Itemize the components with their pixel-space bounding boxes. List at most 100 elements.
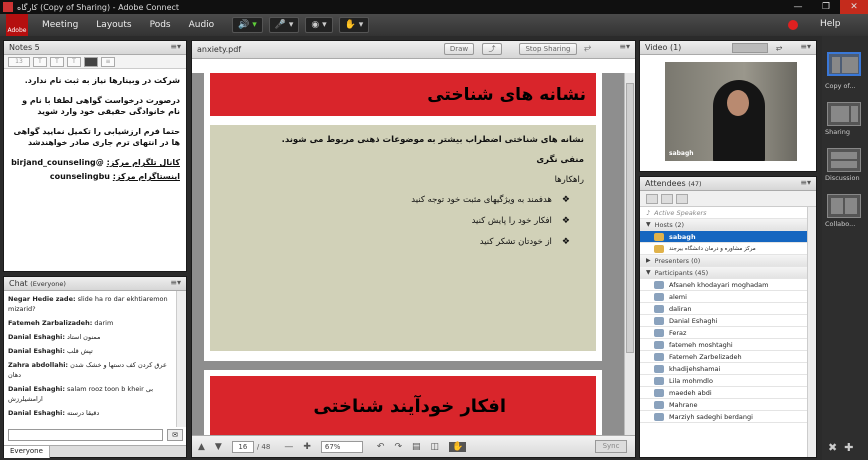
page-down-icon[interactable]: ▼ [215,442,222,452]
video-area: sabagh [640,55,816,171]
fullscreen-icon[interactable]: ⥂ [776,43,782,53]
zoom-select[interactable]: 67% [320,440,363,453]
bold-icon[interactable]: T [33,56,47,67]
raise-hand-icon[interactable]: ✋ ▾ [338,17,370,33]
attendee-row[interactable]: alemi [640,291,816,303]
color-icon[interactable] [84,56,98,67]
page-number-input[interactable]: 16 [231,440,254,453]
pod-menu-icon[interactable]: ≡▾ [800,42,811,51]
pointer-icon[interactable]: ⤴ [482,43,502,55]
menu-help[interactable]: Help [820,19,841,29]
document-toolbar: ▲ ▼ 16 / 48 — ✚ 67% ↶ ↷ ▤ ◫ ✋ Sync [192,435,635,457]
speaker-icon[interactable]: 🔊 ▾ [232,17,263,33]
participants-section[interactable]: ▼ Participants (45) [640,267,816,279]
notes-pod-title: Notes 5 [9,43,40,52]
pod-menu-icon[interactable]: ≡▾ [170,42,181,51]
slide-bullet: ❖ از خودتان تشکر کنید [479,237,570,247]
attendee-row[interactable]: maedeh abdi [640,387,816,399]
chat-tab-everyone[interactable]: Everyone [4,446,50,458]
microphone-icon[interactable]: 🎤 ▾ [268,17,300,33]
layout-thumb-discussion[interactable] [827,148,861,172]
telegram-link-line: کانال تلگرام مرکز: @birjand_counseling [10,157,180,168]
layout-settings-icon[interactable]: ✖ ✚ [828,441,853,454]
menu-audio[interactable]: Audio [189,20,215,30]
layout-thumb-sharing[interactable] [827,102,861,126]
pod-menu-icon[interactable]: ≡▾ [800,178,811,187]
recording-indicator-icon[interactable] [788,20,798,30]
webcam-icon[interactable]: ◉ ▾ [305,17,333,33]
attendee-row[interactable]: daliran [640,303,816,315]
attendee-row[interactable]: Fatemeh Zarbelizadeh [640,351,816,363]
attendee-row[interactable]: fatemeh moshtaghi [640,339,816,351]
attendee-row[interactable]: Afsaneh khodayari moghadam [640,279,816,291]
maximize-icon[interactable]: ❐ [812,0,840,14]
zoom-in-icon[interactable]: ✚ [303,442,311,452]
menu-pods[interactable]: Pods [150,20,171,30]
share-pod-header: anxiety.pdf Draw ⤴ Stop Sharing ⥂ ≡▾ [192,41,635,59]
redo-icon[interactable]: ↷ [394,442,402,452]
presenters-section[interactable]: ▶ Presenters (0) [640,255,816,267]
attendee-row[interactable]: Feraz [640,327,816,339]
layouts-bar: Copy of... Sharing Discussion Collabo...… [822,36,868,460]
document-view[interactable]: نشانه های شناختی نشانه های شناختی اضطراب… [192,73,635,435]
breakout-icon[interactable] [661,193,673,204]
webcam-feed[interactable]: sabagh [665,62,797,161]
page-up-icon[interactable]: ▲ [198,442,205,452]
video-pod-title: Video [645,43,668,52]
attendee-row[interactable]: مرکز مشاوره و درمان دانشگاه بیرجند [640,243,816,255]
fit-page-icon[interactable]: ◫ [431,442,440,452]
notes-content[interactable]: شرکت در وبینارها نیاز به ثبت نام ندارد. … [4,69,186,191]
slide-title: افکار خودآیند شناختی [210,376,596,435]
sync-button[interactable]: Sync [595,440,627,453]
list-icon[interactable]: ≡ [101,56,115,67]
layout-thumb-collaboration[interactable] [827,194,861,218]
attendee-row[interactable]: Lila mohmdlo [640,375,816,387]
chat-input[interactable] [8,429,163,441]
attendee-row[interactable]: Marziyh sadeghi berdangi [640,411,816,423]
close-icon[interactable]: ✕ [840,0,868,14]
stop-sharing-button[interactable]: Stop Sharing [519,43,577,55]
active-speakers: ♪ Active Speakers [640,207,816,219]
underline-icon[interactable]: T [67,56,81,67]
pod-menu-icon[interactable]: ≡▾ [619,42,630,51]
scroll-thumb[interactable] [626,83,634,353]
attendees-scrollbar[interactable] [807,207,816,457]
video-pod: Video (1) ⥂ ≡▾ sabagh [639,40,817,172]
menu-meeting[interactable]: Meeting [42,20,78,30]
status-icon[interactable] [676,193,688,204]
menu-layouts[interactable]: Layouts [96,20,131,30]
attendee-row[interactable]: Mahrane [640,399,816,411]
slide-bullet: ❖ افکار خود را پایش کنید [471,216,570,226]
window-controls: — ❐ ✕ [784,0,868,14]
participant-icon [654,376,664,385]
draw-button[interactable]: Draw [444,43,474,55]
attendee-row[interactable]: khadijehshamai [640,363,816,375]
attendee-row[interactable]: Danial Eshaghi [640,315,816,327]
participant-icon [654,388,664,397]
hand-tool-icon[interactable]: ✋ [449,441,467,452]
minimize-icon[interactable]: — [784,0,812,14]
chat-send-icon[interactable]: ✉ [167,429,183,441]
app-icon [3,2,13,12]
fullscreen-icon[interactable]: ⥂ [584,43,591,53]
font-size-select[interactable]: 13 [8,56,30,67]
notes-paragraph: شرکت در وبینارها نیاز به ثبت نام ندارد. [24,76,180,85]
notes-pod-header: Notes 5 ≡▾ [4,41,186,55]
layout-thumb-copy[interactable] [827,52,861,76]
pod-menu-icon[interactable]: ≡▾ [170,278,181,287]
host-icon [654,244,664,253]
document-icon[interactable]: ▤ [412,442,421,452]
document-scrollbar[interactable] [624,73,635,435]
video-layout-icon[interactable] [732,43,768,53]
attendees-count: (47) [688,179,702,188]
slide-subheading-2: راهکارها [554,175,584,185]
chat-scrollbar[interactable] [176,291,186,427]
attendee-row[interactable]: sabagh [640,231,816,243]
undo-icon[interactable]: ↶ [377,442,385,452]
hosts-section[interactable]: ▼ Hosts (2) [640,219,816,231]
italic-icon[interactable]: T [50,56,64,67]
instagram-label: اینستاگرام مرکز: [112,172,180,181]
attendee-view-icon[interactable] [646,193,658,204]
zoom-out-icon[interactable]: — [284,442,293,452]
host-icon [654,232,664,241]
